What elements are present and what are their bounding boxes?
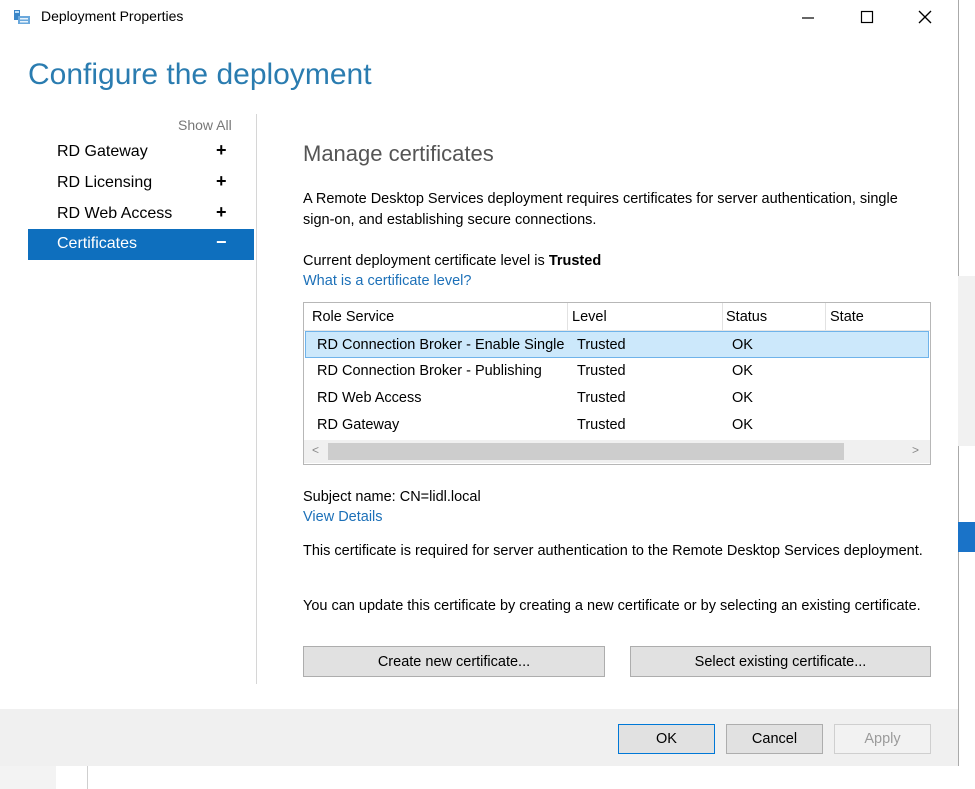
page-heading: Configure the deployment — [28, 58, 372, 92]
background-area — [0, 766, 975, 789]
cell-level: Trusted — [577, 363, 626, 379]
certificate-level-value: Trusted — [549, 253, 601, 269]
cell-level: Trusted — [577, 417, 626, 433]
column-header-role-service[interactable]: Role Service — [312, 309, 394, 325]
cell-role-service: RD Gateway — [317, 417, 564, 433]
expand-icon: + — [216, 202, 227, 223]
maximize-icon — [860, 10, 874, 24]
table-row[interactable]: RD Gateway Trusted OK — [305, 412, 929, 439]
deployment-properties-window: Deployment Properties Configure the depl… — [0, 0, 959, 766]
certificate-level-text: Current deployment certificate level is … — [303, 251, 923, 272]
collapse-icon: − — [216, 232, 227, 253]
cell-status: OK — [732, 363, 753, 379]
nav-item-rd-licensing[interactable]: RD Licensing + — [28, 168, 254, 199]
nav-item-rd-web-access[interactable]: RD Web Access + — [28, 199, 254, 230]
title-bar: Deployment Properties — [0, 0, 958, 34]
update-text: You can update this certificate by creat… — [303, 596, 923, 617]
column-header-level[interactable]: Level — [572, 309, 607, 325]
nav-item-label: Certificates — [57, 235, 137, 253]
column-header-state[interactable]: State — [830, 309, 864, 325]
horizontal-scrollbar[interactable]: < > — [304, 440, 930, 463]
cell-role-service: RD Connection Broker - Publishing — [317, 363, 564, 379]
background-window-accent — [958, 522, 975, 552]
scroll-left-icon[interactable]: < — [312, 443, 319, 457]
cell-status: OK — [732, 390, 753, 406]
column-separator[interactable] — [567, 303, 568, 330]
intro-text: A Remote Desktop Services deployment req… — [303, 189, 923, 231]
cell-role-service: RD Web Access — [317, 390, 564, 406]
table-row[interactable]: RD Connection Broker - Publishing Truste… — [305, 358, 929, 385]
column-separator[interactable] — [825, 303, 826, 330]
maximize-button[interactable] — [842, 0, 892, 34]
ok-button[interactable]: OK — [618, 724, 715, 754]
background-window-edge — [958, 276, 975, 446]
subject-name: Subject name: CN=lidl.local — [303, 487, 923, 508]
cell-role-service: RD Connection Broker - Enable Single Sig… — [317, 337, 564, 353]
scrollbar-thumb[interactable] — [328, 443, 844, 460]
table-header: Role Service Level Status State — [304, 303, 930, 331]
section-title: Manage certificates — [303, 141, 494, 167]
cell-status: OK — [732, 417, 753, 433]
minimize-icon — [801, 10, 815, 24]
table-row[interactable]: RD Web Access Trusted OK — [305, 385, 929, 412]
scroll-right-icon[interactable]: > — [912, 443, 919, 457]
show-all-link[interactable]: Show All — [178, 117, 232, 133]
nav-item-label: RD Licensing — [57, 174, 152, 192]
required-text: This certificate is required for server … — [303, 541, 923, 562]
background-panel — [0, 766, 56, 789]
nav-item-rd-gateway[interactable]: RD Gateway + — [28, 137, 254, 168]
apply-button[interactable]: Apply — [834, 724, 931, 754]
window-title: Deployment Properties — [41, 8, 183, 24]
cell-status: OK — [732, 337, 753, 353]
column-separator[interactable] — [722, 303, 723, 330]
nav-item-label: RD Web Access — [57, 205, 172, 223]
nav-divider — [256, 114, 257, 684]
certificate-level-prefix: Current deployment certificate level is — [303, 253, 549, 269]
expand-icon: + — [216, 171, 227, 192]
minimize-button[interactable] — [783, 0, 833, 34]
cell-level: Trusted — [577, 337, 626, 353]
certificate-level-link[interactable]: What is a certificate level? — [303, 273, 471, 289]
dialog-footer: OK Cancel Apply — [0, 709, 958, 766]
certificates-table: Role Service Level Status State RD Conne… — [303, 302, 931, 465]
expand-icon: + — [216, 140, 227, 161]
background-divider — [87, 766, 88, 789]
nav-item-label: RD Gateway — [57, 143, 148, 161]
cell-level: Trusted — [577, 390, 626, 406]
table-row[interactable]: RD Connection Broker - Enable Single Sig… — [305, 331, 929, 358]
nav-item-certificates[interactable]: Certificates − — [28, 229, 254, 260]
view-details-link[interactable]: View Details — [303, 509, 383, 525]
select-existing-certificate-button[interactable]: Select existing certificate... — [630, 646, 931, 677]
column-header-status[interactable]: Status — [726, 309, 767, 325]
close-button[interactable] — [900, 0, 950, 34]
server-manager-app-icon — [13, 9, 31, 25]
close-icon — [918, 10, 932, 24]
cancel-button[interactable]: Cancel — [726, 724, 823, 754]
create-new-certificate-button[interactable]: Create new certificate... — [303, 646, 605, 677]
